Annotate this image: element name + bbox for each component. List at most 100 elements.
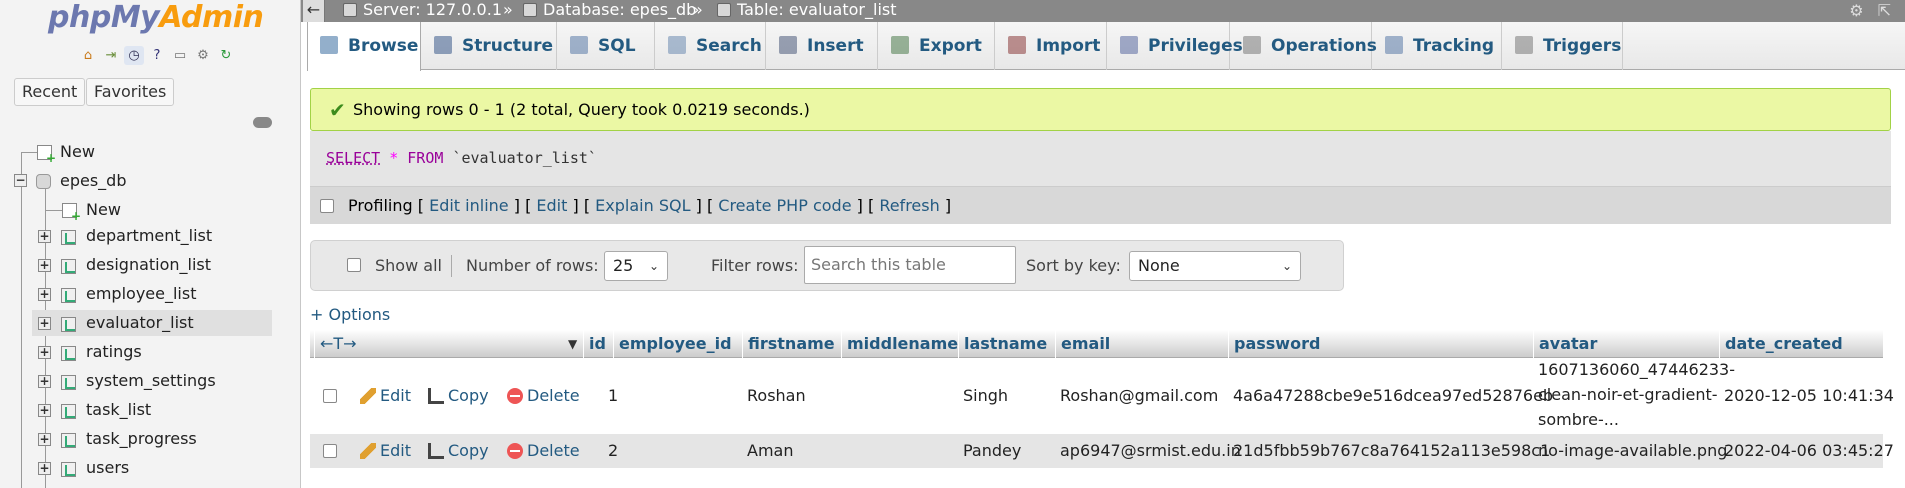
- phpmyadmin-logo[interactable]: phpMyAdmin: [48, 0, 264, 35]
- column-header-date-created[interactable]: date_created: [1719, 330, 1843, 358]
- expand-icon[interactable]: +: [38, 288, 51, 301]
- tree-table-employee-list[interactable]: employee_list: [86, 281, 196, 307]
- home-icon[interactable]: ⌂: [78, 46, 98, 65]
- search-icon: [668, 36, 686, 54]
- copy-icon: [428, 443, 444, 459]
- tree-table-task-progress[interactable]: task_progress: [86, 426, 197, 452]
- explain-sql-link[interactable]: Explain SQL: [595, 196, 690, 215]
- tree-table-system-settings[interactable]: system_settings: [86, 368, 216, 394]
- import-icon: [1008, 36, 1026, 54]
- breadcrumb-database[interactable]: Database: epes_db: [523, 0, 696, 20]
- copy-row-button[interactable]: Copy: [428, 386, 489, 405]
- sql-query-icon[interactable]: ◷: [124, 46, 144, 65]
- logout-icon[interactable]: ⇥: [101, 46, 121, 65]
- tab-export[interactable]: Export: [879, 22, 995, 70]
- table-icon: [61, 259, 76, 274]
- sort-by-key-select[interactable]: None ⌄: [1129, 251, 1301, 281]
- tree-table-ratings[interactable]: ratings: [86, 339, 142, 365]
- row-checkbox[interactable]: [323, 444, 337, 458]
- table-icon: [61, 346, 76, 361]
- expand-icon[interactable]: +: [38, 230, 51, 243]
- favorites-button[interactable]: Favorites: [86, 78, 175, 106]
- tab-privileges[interactable]: Privileges: [1108, 22, 1243, 70]
- tab-label: Search: [696, 36, 762, 56]
- filter-rows-label: Filter rows:: [711, 256, 799, 275]
- tab-tracking[interactable]: Tracking: [1373, 22, 1502, 70]
- breadcrumb-server[interactable]: Server: 127.0.0.1: [343, 0, 502, 20]
- tab-insert[interactable]: Insert: [767, 22, 878, 70]
- docs-icon[interactable]: ▭: [170, 46, 190, 65]
- rows-select[interactable]: 25 ⌄: [604, 251, 668, 281]
- navigation-panel: phpMyAdmin ⌂ ⇥ ◷ ? ▭ ⚙ ↻ Recent Favorite…: [0, 0, 301, 488]
- options-link[interactable]: + Options: [310, 305, 390, 324]
- table-icon: [61, 288, 76, 303]
- cell-firstname: Aman: [747, 441, 794, 460]
- cell-avatar: clean-noir-et-gradient-: [1538, 385, 1718, 404]
- tab-import[interactable]: Import: [996, 22, 1107, 70]
- expand-icon[interactable]: +: [38, 259, 51, 272]
- browse-icon: [320, 36, 338, 54]
- column-header-middlename[interactable]: middlename: [841, 330, 958, 358]
- filter-rows-input[interactable]: Search this table: [804, 246, 1016, 284]
- expand-icon[interactable]: +: [38, 462, 51, 475]
- insert-icon: [779, 36, 797, 54]
- tab-triggers[interactable]: Triggers: [1503, 22, 1623, 70]
- edit-inline-link[interactable]: Edit inline: [429, 196, 509, 215]
- back-arrow-icon[interactable]: ←: [303, 0, 325, 22]
- cell-firstname: Roshan: [747, 386, 806, 405]
- tree-table-task-list[interactable]: task_list: [86, 397, 151, 423]
- expand-icon[interactable]: +: [38, 433, 51, 446]
- collapse-icon[interactable]: −: [14, 174, 27, 187]
- column-header-avatar[interactable]: avatar: [1533, 330, 1597, 358]
- recent-button[interactable]: Recent: [14, 78, 86, 106]
- show-all-checkbox[interactable]: [347, 258, 361, 272]
- link-with-main-panel-icon[interactable]: [253, 117, 272, 128]
- column-arrows[interactable]: ←T→: [314, 330, 357, 358]
- database-icon: [36, 174, 51, 189]
- tab-structure[interactable]: Structure: [422, 22, 557, 70]
- expand-icon[interactable]: +: [38, 404, 51, 417]
- expand-icon[interactable]: +: [38, 375, 51, 388]
- show-all-label: Show all: [375, 256, 442, 275]
- refresh-link[interactable]: Refresh: [879, 196, 939, 215]
- column-header-lastname[interactable]: lastname: [958, 330, 1047, 358]
- edit-row-button[interactable]: Edit: [360, 441, 411, 460]
- column-header-id[interactable]: id: [583, 330, 606, 358]
- expand-icon[interactable]: +: [38, 317, 51, 330]
- column-header-email[interactable]: email: [1055, 330, 1110, 358]
- column-header-firstname[interactable]: firstname: [742, 330, 835, 358]
- tree-database-epes-db[interactable]: epes_db: [60, 168, 127, 194]
- tab-operations[interactable]: Operations: [1231, 22, 1377, 70]
- profiling-checkbox[interactable]: [320, 199, 334, 213]
- column-header-password[interactable]: password: [1228, 330, 1320, 358]
- tree-table-designation-list[interactable]: designation_list: [86, 252, 211, 278]
- table-icon: [61, 375, 76, 390]
- collapse-top-icon[interactable]: ⇱: [1878, 1, 1891, 21]
- edit-row-button[interactable]: Edit: [360, 386, 411, 405]
- reload-icon[interactable]: ↻: [216, 46, 236, 65]
- tree-table-evaluator-list[interactable]: evaluator_list: [86, 310, 194, 336]
- edit-link[interactable]: Edit: [536, 196, 567, 215]
- help-icon[interactable]: ?: [147, 46, 167, 65]
- tree-new-table[interactable]: New: [86, 197, 121, 223]
- settings-icon[interactable]: ⚙: [1849, 1, 1863, 21]
- tree-table-users[interactable]: users: [86, 455, 129, 481]
- tab-sql[interactable]: SQL: [558, 22, 655, 70]
- settings-icon[interactable]: ⚙: [193, 46, 213, 65]
- expand-icon[interactable]: +: [38, 346, 51, 359]
- tab-browse[interactable]: Browse: [307, 22, 421, 71]
- sort-by-key-label: Sort by key:: [1026, 256, 1121, 275]
- delete-row-button[interactable]: Delete: [507, 386, 580, 405]
- operations-icon: [1243, 36, 1261, 54]
- tree-table-department-list[interactable]: department_list: [86, 223, 212, 249]
- column-header-employee-id[interactable]: employee_id: [613, 330, 732, 358]
- copy-row-button[interactable]: Copy: [428, 441, 489, 460]
- tab-search[interactable]: Search: [656, 22, 766, 70]
- row-checkbox[interactable]: [323, 389, 337, 403]
- cell-password: 4a6a47288cbe9e516dcea97ed52876eb: [1233, 386, 1554, 405]
- tree-new-database[interactable]: New: [60, 139, 95, 165]
- column-sort-chevron-icon[interactable]: ▼: [563, 330, 577, 358]
- delete-row-button[interactable]: Delete: [507, 441, 580, 460]
- create-php-code-link[interactable]: Create PHP code: [718, 196, 851, 215]
- breadcrumb-table[interactable]: Table: evaluator_list: [717, 0, 897, 20]
